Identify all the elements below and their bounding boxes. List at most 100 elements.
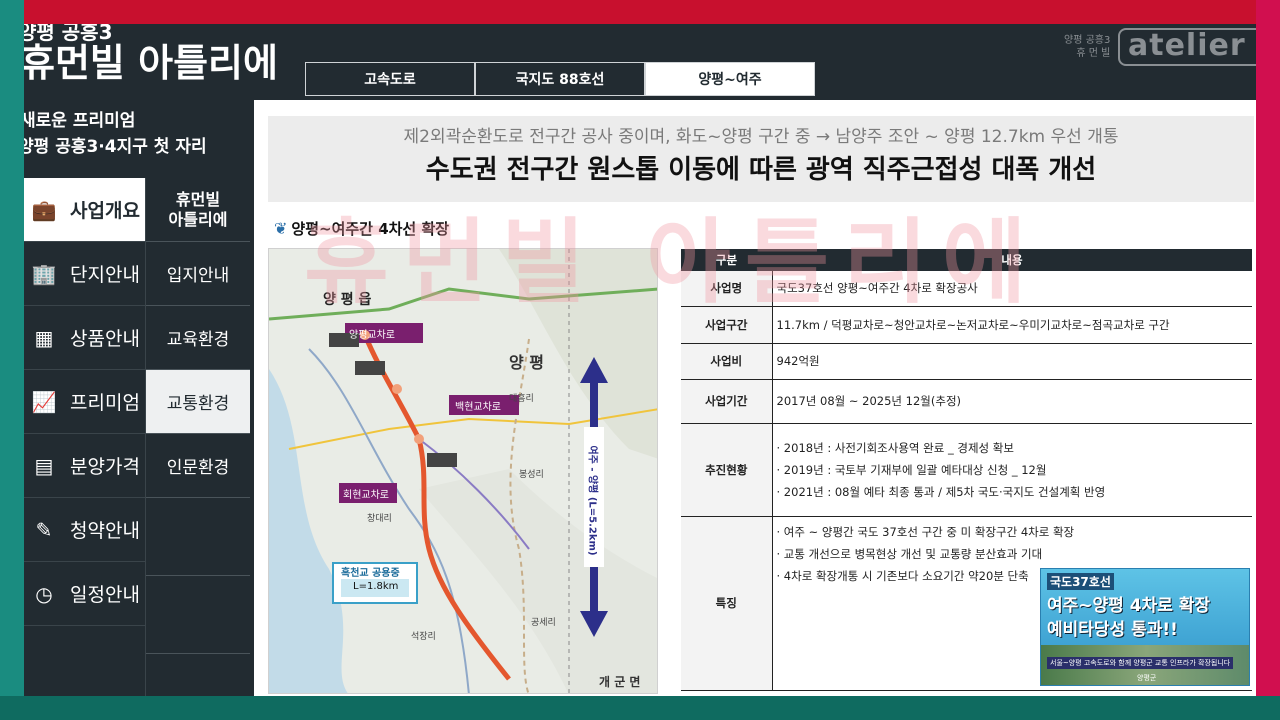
tab-expressway[interactable]: 고속도로 (305, 62, 475, 96)
table-value-line: 국도37호선 양평~여주간 4차로 확장공사 (776, 281, 978, 296)
leaf-icon: ❦ (274, 219, 288, 238)
table-header-row: 구분 내용 (681, 249, 1252, 271)
top-tabs: 고속도로 국지도 88호선 양평~여주 (305, 62, 815, 96)
nav-item-label: 청약안내 (70, 520, 140, 542)
edit-icon: ✎ (35, 517, 53, 542)
map-label-hoehyeon-ic: 회현교차로 (343, 490, 389, 501)
section-title-text: 양평~여주간 4차선 확장 (291, 220, 450, 238)
table-row: 사업명 국도37호선 양평~여주간 4차로 확장공사 (681, 271, 1252, 307)
tab-route-88[interactable]: 국지도 88호선 (475, 62, 645, 96)
nav-item-label: 일정안내 (70, 584, 140, 606)
table-value: 국도37호선 양평~여주간 4차로 확장공사 (772, 271, 1252, 307)
brand-title[interactable]: 휴먼빌 아틀리에 (24, 40, 278, 86)
map-label-changdae: 창대리 (367, 514, 392, 524)
nav-item-complex[interactable]: 🏢 단지안내 (24, 242, 145, 306)
promo-line-1: 국도37호선 (1047, 573, 1114, 590)
table-key: 사업비 (681, 343, 773, 380)
table-value-line: · 2021년 : 08월 예타 최종 통과 / 제5차 국도·국지도 건설계획… (776, 484, 1106, 499)
table-value-line: · 교통 개선으로 병목현상 개선 및 교통량 분산효과 기대 (776, 546, 1043, 561)
frame-right (1256, 0, 1280, 720)
table-value-line: 11.7km / 덕평교차로~청안교차로~논저교차로~우미기교차로~점곡교차로 … (776, 317, 1170, 332)
map-label-baekhyeon-ic: 백현교차로 (455, 402, 501, 413)
promo-line-2: 여주~양평 4차로 확장 (1047, 596, 1211, 616)
subnav-empty (146, 576, 250, 654)
clock-icon: ◷ (35, 581, 53, 606)
nav-item-label: 사업개요 (70, 200, 140, 222)
tab-yangpyeong-yeoju[interactable]: 양평~여주 (645, 62, 815, 96)
map-label-heukcheon-length: L=1.8km (353, 581, 399, 592)
nav-item-label: 분양가격 (70, 456, 140, 478)
map-label-gaegun: 개 군 면 (599, 675, 641, 689)
table-value: 942억원 (772, 343, 1252, 380)
map-label-seokjang: 석장리 (411, 632, 436, 642)
map-label-region: 양 평 (509, 353, 545, 372)
promo-line-3: 예비타당성 통과!! (1047, 620, 1178, 640)
nav-item-subscription[interactable]: ✎ 청약안내 (24, 498, 145, 562)
table-value: · 2018년 : 사전기회조사용역 완료 _ 경제성 확보 · 2019년 :… (772, 423, 1252, 517)
table-value-line: 942억원 (776, 354, 820, 368)
trend-icon: 📈 (31, 389, 57, 414)
map-label-daeheung: 대흥리 (509, 394, 534, 404)
subnav-location[interactable]: 입지안내 (146, 242, 250, 306)
banner-title: 수도권 전구간 원스톱 이동에 따른 광역 직주근접성 대폭 개선 (425, 155, 1097, 185)
table-row: 추진현황 · 2018년 : 사전기회조사용역 완료 _ 경제성 확보 · 20… (681, 423, 1252, 517)
content-panel: 제2외곽순환도로 전구간 공사 중이며, 화도~양평 구간 중 → 남양주 조안… (254, 100, 1256, 696)
frame-top (0, 0, 1280, 24)
logo-small-text: 양평 공흥3 휴 먼 빌 (1064, 35, 1111, 59)
floorplan-icon: ▦ (34, 325, 54, 350)
subnav-education[interactable]: 교육환경 (146, 306, 250, 370)
table-value-line: 2017년 08월 ~ 2025년 12월(추정) (776, 394, 962, 408)
map-label-gongse: 공세리 (531, 618, 556, 628)
table-value-line: · 여주 ~ 양평간 국도 37호선 구간 중 미 확장구간 4차로 확장 (776, 524, 1075, 539)
building-icon: 🏢 (31, 261, 57, 286)
secondary-nav-header: 휴먼빌 아틀리에 (146, 178, 250, 242)
table-key: 특징 (681, 516, 773, 691)
nav-item-overview[interactable]: 💼 사업개요 (24, 178, 145, 242)
app-window: 양평 공흥3 휴먼빌 아틀리에 새로운 프리미엄 양평 공흥3·4지구 첫 자리… (24, 24, 1256, 696)
table-key: 사업구간 (681, 306, 773, 344)
frame-left (0, 0, 24, 720)
nav-item-label: 단지안내 (70, 264, 140, 286)
secondary-nav: 휴먼빌 아틀리에 입지안내 교육환경 교통환경 인문환경 (145, 178, 250, 696)
table-value: 2017년 08월 ~ 2025년 12월(추정) (772, 379, 1252, 424)
section-title: ❦ 양평~여주간 4차선 확장 (274, 218, 449, 239)
map-label-yangpyeong-ic: 양평교차로 (349, 330, 395, 341)
table-row: 사업구간 11.7km / 덕평교차로~청안교차로~논저교차로~우미기교차로~점… (681, 306, 1252, 344)
primary-nav: 💼 사업개요 🏢 단지안내 ▦ 상품안내 📈 프리미엄 ▤ 분양가격 ✎ 청약안… (24, 178, 145, 626)
atelier-logo[interactable]: atelier (1118, 28, 1256, 66)
brand-tagline-2: 양평 공흥3·4지구 첫 자리 (24, 137, 207, 157)
subnav-transport[interactable]: 교통환경 (146, 370, 250, 434)
subnav-culture[interactable]: 인문환경 (146, 434, 250, 498)
nav-item-label: 상품안내 (70, 328, 140, 350)
nav-item-schedule[interactable]: ◷ 일정안내 (24, 562, 145, 626)
map-label-route: 여주 - 양평 (L=5.2km) (586, 445, 598, 556)
table-header-category: 구분 (681, 249, 772, 271)
briefcase-icon: 💼 (31, 197, 57, 222)
headline-banner: 제2외곽순환도로 전구간 공사 중이며, 화도~양평 구간 중 → 남양주 조안… (268, 116, 1254, 202)
news-promo-image: 국도37호선 여주~양평 4차로 확장 예비타당성 통과!! 서울~양평 고속도… (1040, 568, 1250, 686)
frame-bottom (0, 696, 1280, 720)
table-key: 사업기간 (681, 379, 773, 424)
table-key: 사업명 (681, 271, 773, 307)
table-value-line: · 2018년 : 사전기회조사용역 완료 _ 경제성 확보 (776, 440, 1014, 455)
map-label-bongseong: 봉성리 (519, 470, 544, 480)
nav-item-product[interactable]: ▦ 상품안내 (24, 306, 145, 370)
map-label-heukcheon: 흑천교 공용중 (341, 568, 400, 579)
table-key: 추진현황 (681, 423, 773, 517)
route-map: 양 평 읍 양 평 양평교차로 백현교차로 회현교차로 흑천교 공용중 L=1.… (268, 248, 658, 694)
promo-logo: 양평군 (1137, 674, 1157, 682)
table-row: 사업기간 2017년 08월 ~ 2025년 12월(추정) (681, 379, 1252, 424)
nav-item-premium[interactable]: 📈 프리미엄 (24, 370, 145, 434)
banner-subtitle: 제2외곽순환도로 전구간 공사 중이며, 화도~양평 구간 중 → 남양주 조안… (403, 127, 1119, 147)
table-row: 사업비 942억원 (681, 343, 1252, 380)
nav-item-label: 프리미엄 (70, 392, 140, 414)
subnav-empty (146, 498, 250, 576)
nav-item-price[interactable]: ▤ 분양가격 (24, 434, 145, 498)
table-value: 11.7km / 덕평교차로~청안교차로~논저교차로~우미기교차로~점곡교차로 … (772, 306, 1252, 344)
promo-footer: 서울~양평 고속도로와 함께 양평군 교통 인프라가 확장됩니다 (1047, 657, 1234, 669)
calculator-icon: ▤ (34, 453, 54, 478)
brand-tagline: 새로운 프리미엄 (24, 111, 136, 131)
table-value-line: · 2019년 : 국토부 기재부에 일괄 예타대상 신청 _ 12월 (776, 462, 1047, 477)
map-label-town: 양 평 읍 (323, 292, 372, 308)
table-header-content: 내용 (772, 249, 1252, 271)
